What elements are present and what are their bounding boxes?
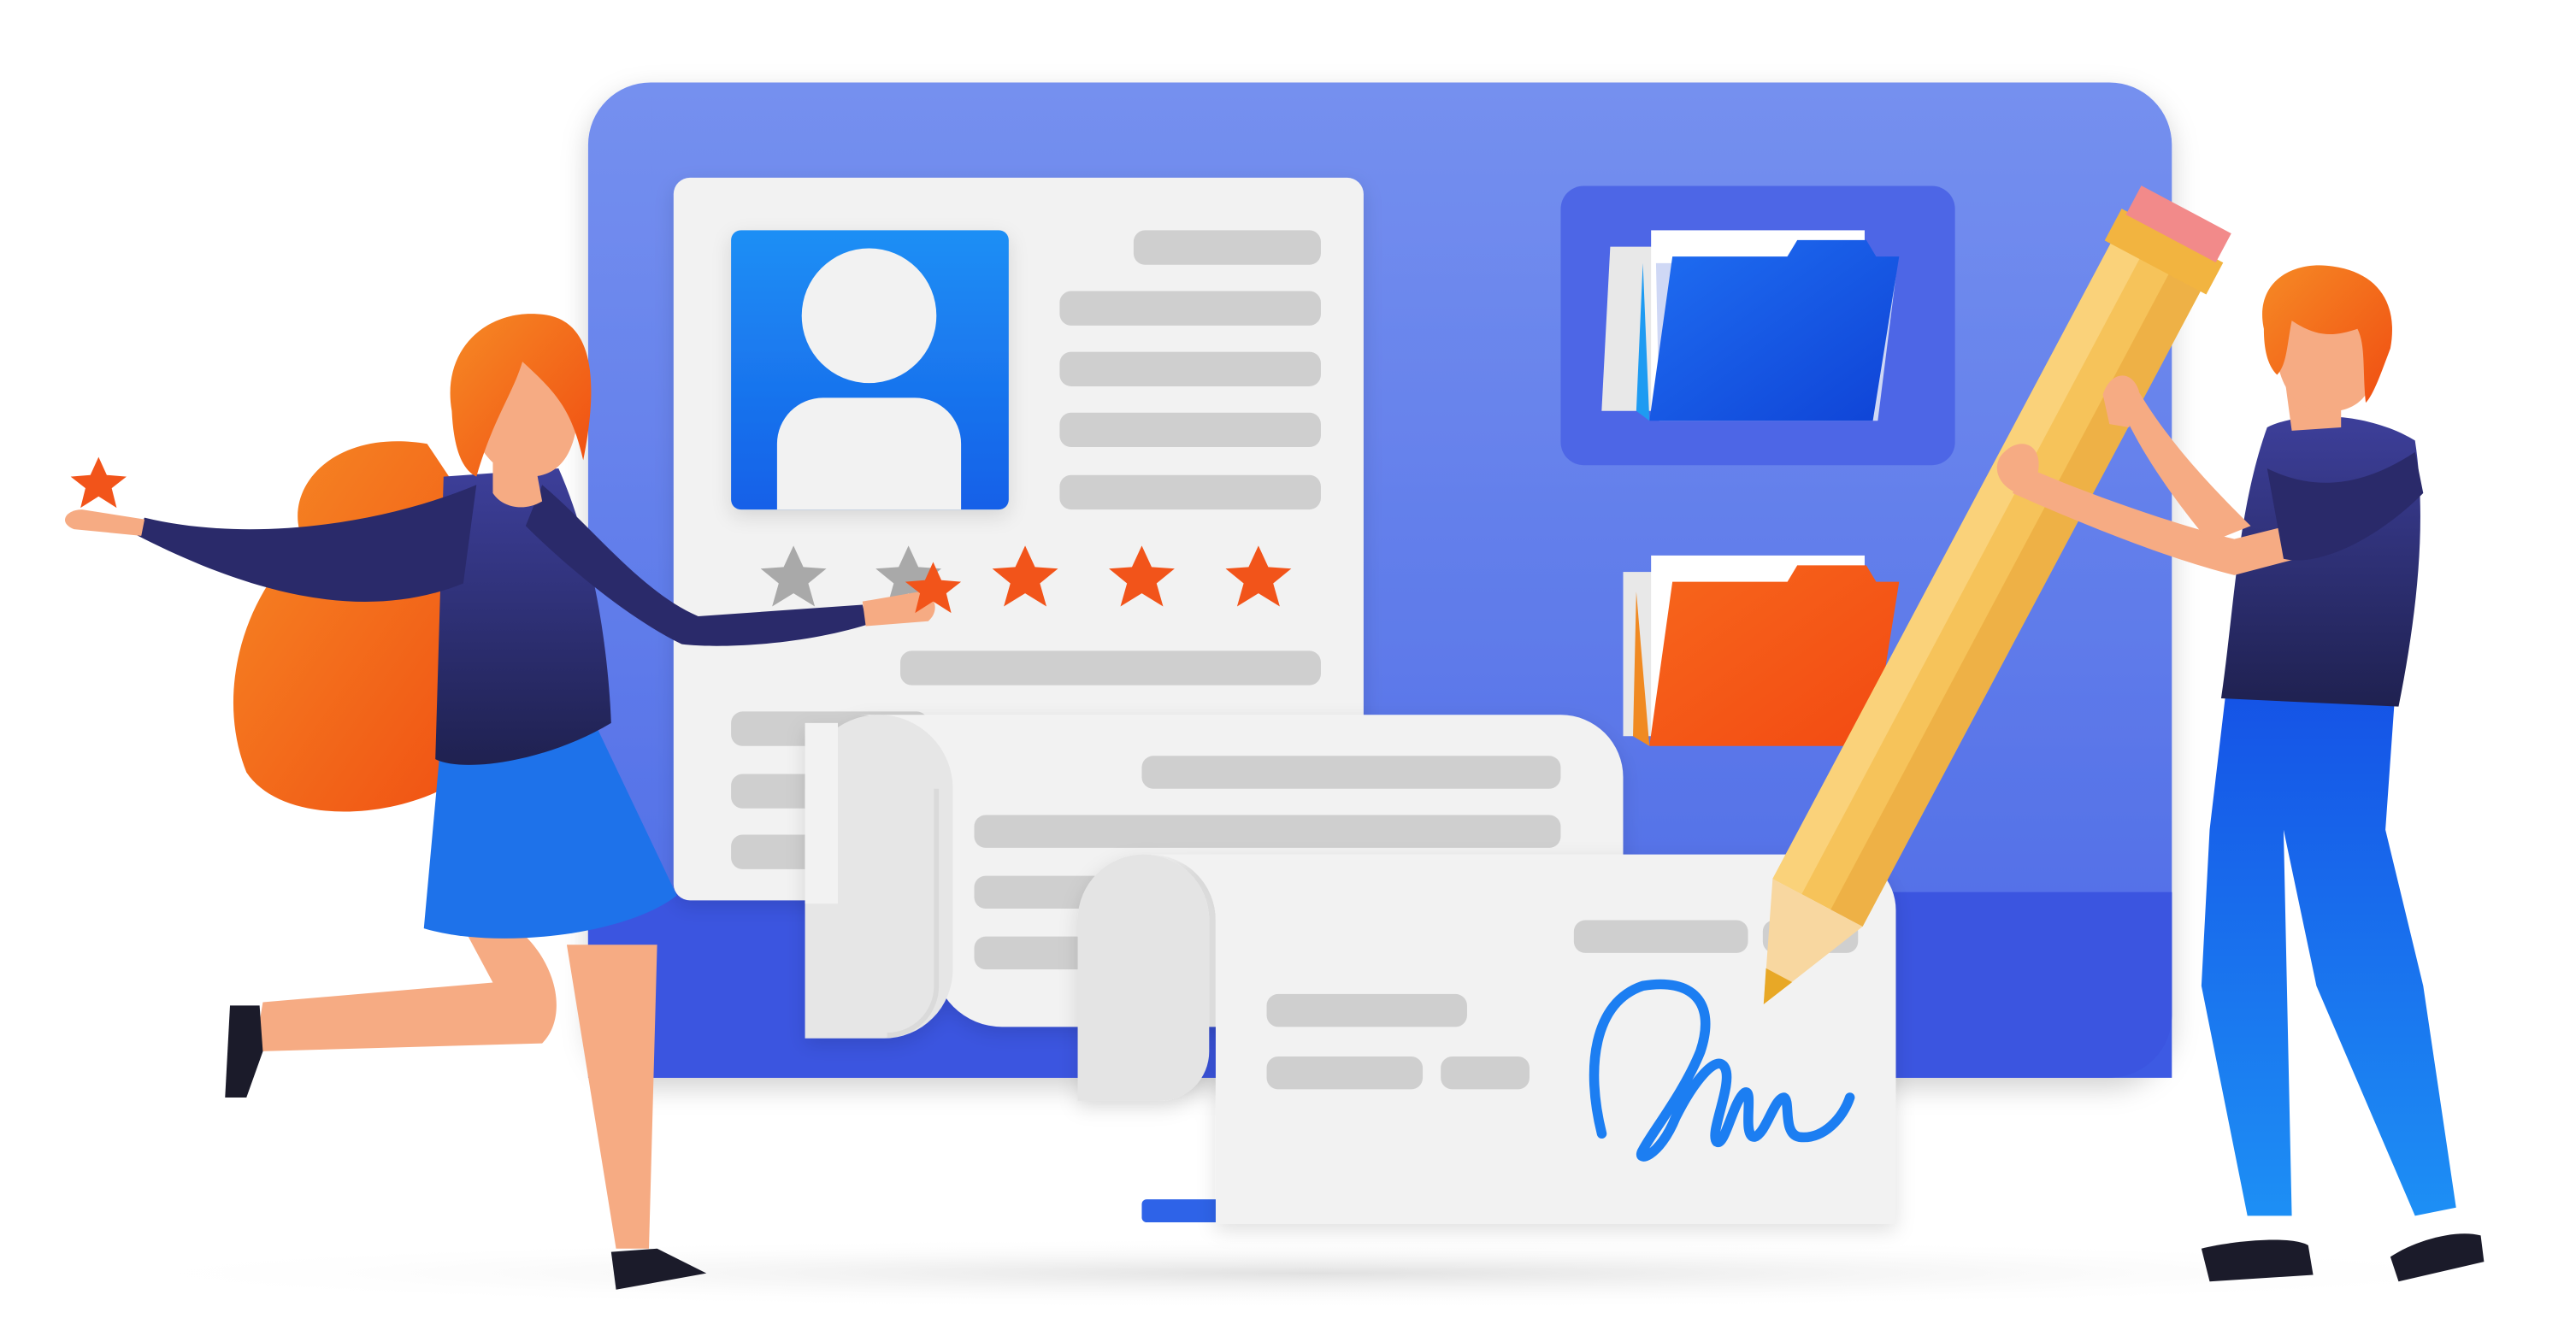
star-icon bbox=[70, 456, 127, 509]
folder-orange-icon bbox=[1623, 555, 1900, 746]
folder-blue-icon bbox=[1601, 230, 1900, 421]
illustration-scene bbox=[64, 82, 2563, 1310]
avatar bbox=[731, 230, 1009, 510]
ground-shadow bbox=[65, 1237, 2563, 1310]
